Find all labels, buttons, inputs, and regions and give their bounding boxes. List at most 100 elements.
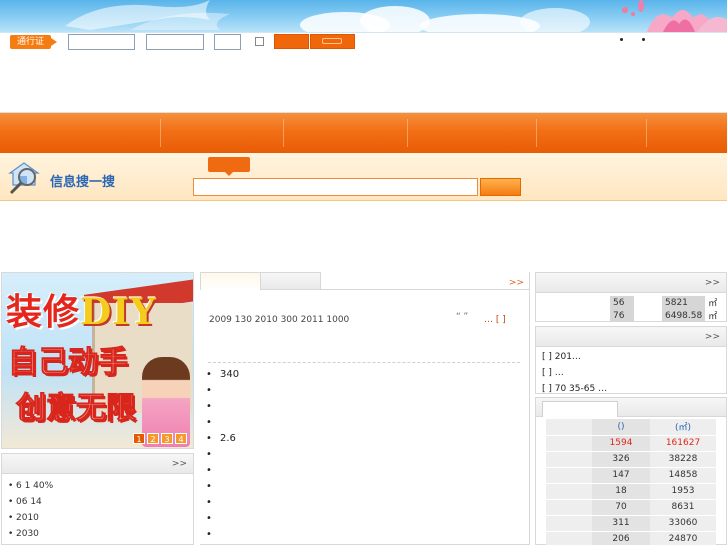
list-item[interactable] xyxy=(206,479,239,495)
unit-label: ㎡ xyxy=(708,312,718,322)
more-link[interactable]: >> xyxy=(705,278,720,288)
headline-detail-link[interactable]: … [ ] xyxy=(484,315,506,325)
table-cell: 14858 xyxy=(650,467,716,484)
panel-header: >> xyxy=(2,454,193,474)
news-tabs: >> xyxy=(200,272,530,290)
verification-code-input[interactable] xyxy=(214,34,241,50)
table-row: 326 38228 xyxy=(546,451,716,468)
more-link[interactable]: >> xyxy=(172,459,187,469)
table-cell: 24870 xyxy=(650,531,716,545)
table-cell: 326 xyxy=(592,451,650,468)
right-listing-panel: >> [ ] 201… [ ] … [ ] 70 35-65 … xyxy=(535,326,727,394)
list-item[interactable]: [ ] 201… xyxy=(542,349,726,365)
nav-separator xyxy=(646,119,647,147)
table-cell: 56 xyxy=(610,296,634,309)
table-header-cell: (㎡) xyxy=(650,419,716,436)
register-button[interactable] xyxy=(310,34,355,49)
search-title: 信息搜一搜 xyxy=(50,175,116,190)
main-navigation xyxy=(0,113,727,153)
panel-header: >> xyxy=(536,327,726,347)
ad-headline-accent: DIY xyxy=(80,291,157,333)
tab-news-active[interactable] xyxy=(200,272,261,290)
table-cell: 38228 xyxy=(650,451,716,468)
ad-slogan-line2: 创意无限 xyxy=(16,391,137,427)
list-item[interactable] xyxy=(206,495,239,511)
headline-text[interactable]: 2009 130 2010 300 2011 1000 xyxy=(209,315,349,325)
bullet-dot xyxy=(642,38,645,41)
list-item[interactable] xyxy=(206,447,239,463)
list-item[interactable]: 2010 xyxy=(8,510,193,526)
table-header-cell: () xyxy=(592,419,650,436)
tab-news-second[interactable] xyxy=(261,272,321,290)
list-item[interactable]: 2.6 xyxy=(206,431,239,447)
list-item[interactable]: 06 14 xyxy=(8,494,193,510)
list-item[interactable]: [ ] … xyxy=(542,365,726,381)
table-cell xyxy=(546,467,592,484)
table-row: 206 24870 xyxy=(546,531,716,545)
middle-news-panel: >> 2009 130 2010 300 2011 1000 “ ” … [ ]… xyxy=(200,272,530,545)
pager-button-2[interactable]: 2 xyxy=(147,433,159,444)
dashed-divider xyxy=(208,362,520,363)
ad-slogan-line1: 自己动手 xyxy=(8,345,129,381)
table-cell: 5821 xyxy=(662,296,706,309)
right-summary-panel: >> 56 5821 ㎡ 76 6498.58 ㎡ xyxy=(535,272,727,322)
table-cell xyxy=(634,309,662,322)
table-cell: 76 xyxy=(610,309,634,322)
list-item[interactable] xyxy=(206,527,239,543)
table-cell: 8631 xyxy=(650,499,716,516)
list-item[interactable] xyxy=(206,511,239,527)
table-row: 311 33060 xyxy=(546,515,716,532)
list-item[interactable]: 340 xyxy=(206,367,239,383)
table-cell xyxy=(546,531,592,545)
table-cell xyxy=(546,499,592,516)
table-cell: 161627 xyxy=(650,435,716,452)
pager-button-1[interactable]: 1 xyxy=(133,433,145,444)
list-item[interactable] xyxy=(206,415,239,431)
list-item[interactable]: [ ] 70 35-65 … xyxy=(542,381,726,397)
table-cell: 147 xyxy=(592,467,650,484)
more-link[interactable]: >> xyxy=(705,332,720,342)
search-section: 信息搜一搜 xyxy=(0,153,727,201)
table-row: 147 14858 xyxy=(546,467,716,484)
table-cell xyxy=(546,483,592,500)
list-item[interactable]: 6 1 40% xyxy=(8,478,193,494)
table-row: 1594 161627 xyxy=(546,435,716,452)
headline-quote-marks: “ ” xyxy=(456,312,469,322)
table-cell: 70 xyxy=(592,499,650,516)
remember-me-checkbox[interactable] xyxy=(255,37,264,46)
stats-table: () (㎡) 1594 161627 326 38228 147 14858 1… xyxy=(546,419,716,545)
table-cell: 33060 xyxy=(650,515,716,532)
list-item[interactable] xyxy=(206,463,239,479)
table-cell: 6498.58 xyxy=(662,309,706,322)
arrow-icon xyxy=(322,38,342,44)
list-item[interactable] xyxy=(206,383,239,399)
tab-stats[interactable] xyxy=(542,401,618,417)
diy-ad-slideshow[interactable]: 装修DIY 自己动手 创意无限 1 2 3 4 xyxy=(1,272,194,449)
password-input[interactable] xyxy=(146,34,204,50)
table-header-cell xyxy=(546,419,592,436)
more-link[interactable]: >> xyxy=(509,278,524,288)
panel-header xyxy=(536,398,726,417)
table-row: 56 5821 ㎡ xyxy=(610,296,720,309)
list-item[interactable]: 2030 xyxy=(8,526,193,542)
news-list: 6 1 40% 06 14 2010 2030 xyxy=(2,474,193,545)
nav-separator xyxy=(536,119,537,147)
search-input[interactable] xyxy=(193,178,478,196)
ad-headline-text: 装修 xyxy=(6,291,81,333)
table-cell: 18 xyxy=(592,483,650,500)
search-category-tab[interactable] xyxy=(208,157,250,176)
list-item[interactable] xyxy=(206,399,239,415)
listing-list: [ ] 201… [ ] … [ ] 70 35-65 … xyxy=(536,347,726,397)
table-row: 76 6498.58 ㎡ xyxy=(610,309,720,322)
pager-button-3[interactable]: 3 xyxy=(161,433,173,444)
right-stats-panel: () (㎡) 1594 161627 326 38228 147 14858 1… xyxy=(535,397,727,545)
search-button[interactable] xyxy=(480,178,521,196)
pager-button-4[interactable]: 4 xyxy=(175,433,187,444)
login-button[interactable] xyxy=(274,34,309,49)
cloud xyxy=(360,6,430,32)
slideshow-pager: 1 2 3 4 xyxy=(133,433,187,444)
table-row: 70 8631 xyxy=(546,499,716,516)
table-cell xyxy=(546,435,592,452)
bullet-dot xyxy=(620,38,623,41)
username-input[interactable] xyxy=(68,34,135,50)
